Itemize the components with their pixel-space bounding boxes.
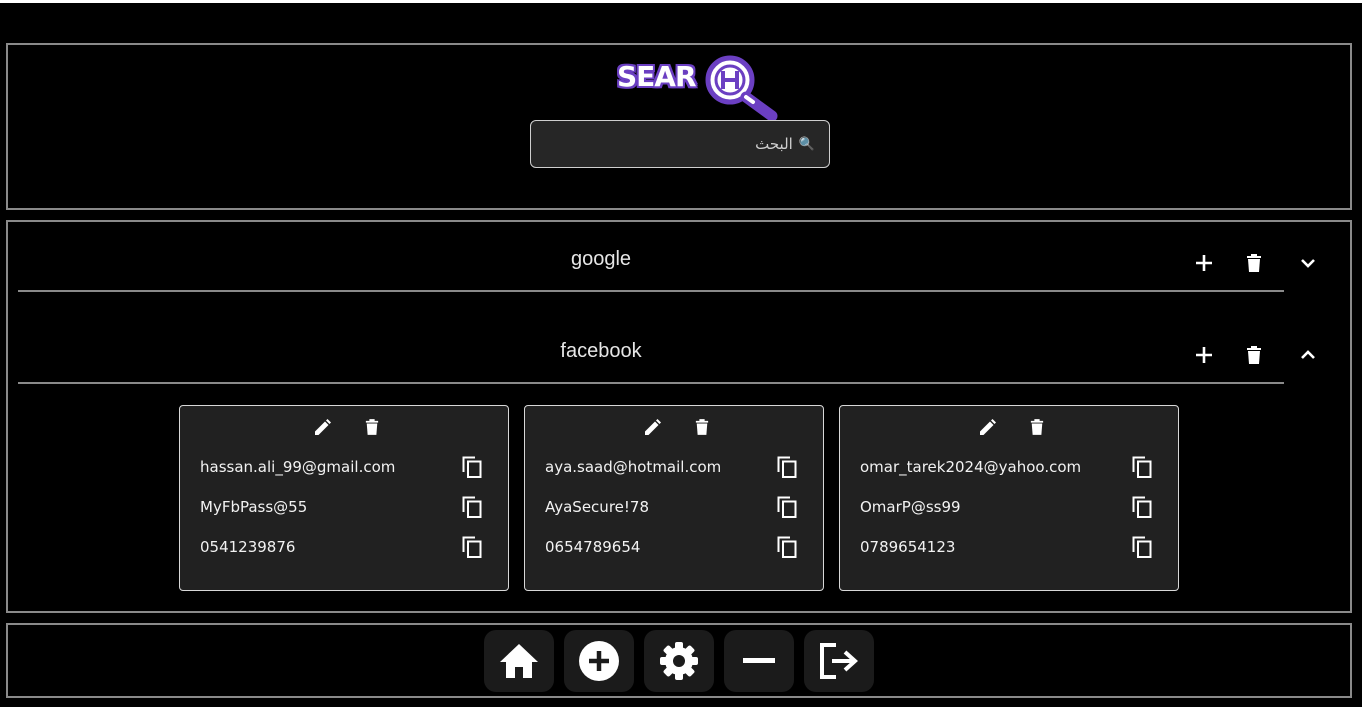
card-actions — [180, 415, 508, 439]
account-email: omar_tarek2024@yahoo.com — [860, 458, 1082, 476]
group-row-facebook: facebook — [18, 314, 1284, 384]
card-actions — [840, 415, 1178, 439]
account-password-row: AyaSecure!78 — [545, 495, 803, 519]
account-password-row: OmarP@ss99 — [860, 495, 1158, 519]
search-box[interactable]: 🔍 — [530, 120, 830, 168]
copy-icon — [777, 536, 797, 558]
copy-password-button[interactable] — [775, 495, 799, 519]
chevron-down-icon — [1301, 259, 1315, 268]
edit-account-button[interactable] — [638, 413, 666, 441]
account-card: hassan.ali_99@gmail.com MyFbPass@55 0541… — [179, 405, 509, 591]
logout-button[interactable] — [804, 630, 874, 692]
copy-icon — [462, 536, 482, 558]
collapse-group-button[interactable] — [1294, 341, 1322, 369]
account-phone: 0654789654 — [545, 538, 641, 556]
plus-icon — [1196, 347, 1212, 363]
copy-phone-button[interactable] — [460, 535, 484, 559]
top-border — [0, 0, 1362, 3]
delete-account-button[interactable] — [1023, 413, 1051, 441]
pencil-icon — [314, 418, 331, 435]
pencil-icon — [644, 418, 661, 435]
header-panel: SEAR 🔍 — [6, 43, 1352, 210]
copy-icon — [1132, 496, 1152, 518]
copy-email-button[interactable] — [775, 455, 799, 479]
trash-icon — [1247, 254, 1261, 272]
home-button[interactable] — [484, 630, 554, 692]
account-card: omar_tarek2024@yahoo.com OmarP@ss99 0789… — [839, 405, 1179, 591]
trash-icon — [1030, 419, 1044, 435]
group-title: facebook — [560, 340, 642, 362]
copy-icon — [777, 456, 797, 478]
copy-password-button[interactable] — [1130, 495, 1154, 519]
copy-phone-button[interactable] — [775, 535, 799, 559]
expand-group-button[interactable] — [1294, 249, 1322, 277]
home-icon — [500, 644, 538, 678]
delete-group-button[interactable] — [1240, 249, 1268, 277]
edit-account-button[interactable] — [973, 413, 1001, 441]
bottom-nav — [6, 623, 1352, 698]
copy-icon — [1132, 536, 1152, 558]
add-account-button[interactable] — [1190, 249, 1218, 277]
remove-button[interactable] — [724, 630, 794, 692]
account-email: aya.saad@hotmail.com — [545, 458, 722, 476]
account-email: hassan.ali_99@gmail.com — [200, 458, 396, 476]
add-account-button[interactable] — [1190, 341, 1218, 369]
copy-icon — [777, 496, 797, 518]
add-button[interactable] — [564, 630, 634, 692]
group-row-google: google — [18, 222, 1284, 292]
logo-text: SEAR — [617, 60, 697, 93]
account-phone-row: 0541239876 — [200, 535, 488, 559]
account-password: AyaSecure!78 — [545, 498, 649, 516]
copy-email-button[interactable] — [1130, 455, 1154, 479]
account-phone: 0789654123 — [860, 538, 956, 556]
plus-icon — [1196, 255, 1212, 271]
delete-group-button[interactable] — [1240, 341, 1268, 369]
trash-icon — [365, 419, 379, 435]
card-actions — [525, 415, 823, 439]
copy-phone-button[interactable] — [1130, 535, 1154, 559]
account-phone: 0541239876 — [200, 538, 296, 556]
account-email-row: hassan.ali_99@gmail.com — [200, 455, 488, 479]
search-icon: 🔍 — [798, 136, 815, 151]
copy-icon — [462, 496, 482, 518]
copy-password-button[interactable] — [460, 495, 484, 519]
magnifier-logo-icon — [705, 55, 778, 122]
pencil-icon — [979, 418, 996, 435]
account-card: aya.saad@hotmail.com AyaSecure!78 065478… — [524, 405, 824, 591]
logout-icon — [820, 643, 858, 679]
account-password: MyFbPass@55 — [200, 498, 308, 516]
trash-icon — [1247, 346, 1261, 364]
settings-button[interactable] — [644, 630, 714, 692]
account-password: OmarP@ss99 — [860, 498, 961, 516]
account-email-row: omar_tarek2024@yahoo.com — [860, 455, 1158, 479]
group-title: google — [570, 248, 632, 270]
search-input[interactable] — [531, 135, 793, 153]
account-password-row: MyFbPass@55 — [200, 495, 488, 519]
chevron-up-icon — [1301, 350, 1315, 359]
account-email-row: aya.saad@hotmail.com — [545, 455, 803, 479]
copy-email-button[interactable] — [460, 455, 484, 479]
delete-account-button[interactable] — [688, 413, 716, 441]
settings-icon — [660, 642, 698, 680]
accounts-panel: google facebook hassan.ali_99@gmail.com — [6, 220, 1352, 613]
account-phone-row: 0789654123 — [860, 535, 1158, 559]
app-logo: SEAR — [613, 50, 783, 122]
copy-icon — [462, 456, 482, 478]
account-phone-row: 0654789654 — [545, 535, 803, 559]
add-circle-icon — [579, 641, 619, 681]
copy-icon — [1132, 456, 1152, 478]
edit-account-button[interactable] — [308, 413, 336, 441]
minus-icon — [743, 658, 775, 663]
trash-icon — [695, 419, 709, 435]
delete-account-button[interactable] — [358, 413, 386, 441]
